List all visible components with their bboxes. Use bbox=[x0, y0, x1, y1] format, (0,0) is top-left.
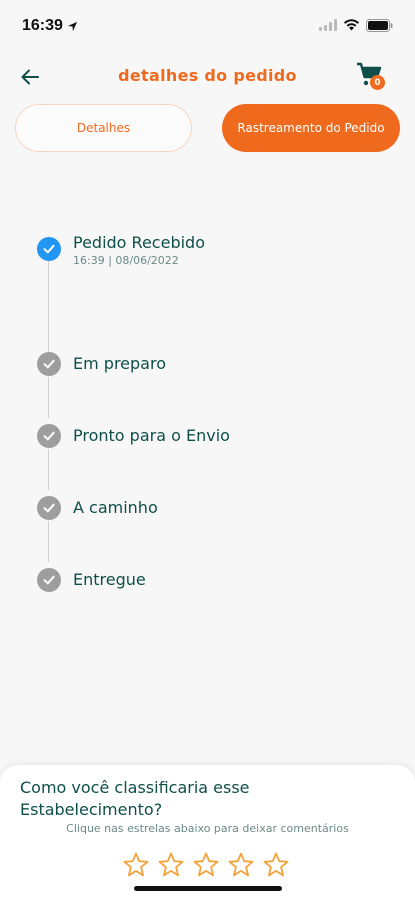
star-icon-4[interactable] bbox=[227, 851, 255, 879]
rating-panel: Como você classificaria esse Estabelecim… bbox=[0, 765, 415, 900]
cart-count-badge: 0 bbox=[370, 75, 385, 90]
step-label: Em preparo bbox=[73, 354, 166, 373]
cart-button[interactable]: 0 bbox=[356, 62, 388, 94]
timeline-connector bbox=[48, 377, 49, 418]
step-label: Pedido Recebido bbox=[73, 233, 205, 252]
rating-question: Como você classificaria esse Estabelecim… bbox=[20, 778, 250, 819]
timeline-step-delivered: Entregue bbox=[37, 568, 146, 592]
timeline-connector bbox=[48, 449, 49, 490]
timeline-step-on-the-way: A caminho bbox=[37, 496, 158, 520]
rating-hint: Clique nas estrelas abaixo para deixar c… bbox=[66, 822, 349, 835]
step-label: A caminho bbox=[73, 498, 158, 517]
tab-details[interactable]: Detalhes bbox=[15, 104, 192, 152]
status-icons bbox=[319, 18, 393, 32]
check-circle-icon bbox=[37, 237, 61, 261]
check-circle-icon bbox=[37, 424, 61, 448]
wifi-icon bbox=[344, 19, 359, 31]
home-indicator bbox=[134, 886, 282, 891]
star-icon-2[interactable] bbox=[157, 851, 185, 879]
timeline-step-ready: Pronto para o Envio bbox=[37, 424, 230, 448]
tab-order-tracking[interactable]: Rastreamento do Pedido bbox=[222, 104, 400, 152]
step-timestamp: 16:39 | 08/06/2022 bbox=[73, 254, 179, 267]
timeline-step-preparing: Em preparo bbox=[37, 352, 166, 376]
tab-bar: Detalhes Rastreamento do Pedido bbox=[0, 104, 415, 154]
clock-text: 16:39 bbox=[22, 17, 63, 34]
check-circle-icon bbox=[37, 352, 61, 376]
status-bar: 16:39 bbox=[0, 0, 415, 50]
star-icon-3[interactable] bbox=[192, 851, 220, 879]
status-time: 16:39 bbox=[22, 17, 78, 35]
timeline-connector bbox=[48, 521, 49, 562]
battery-icon bbox=[366, 18, 393, 32]
location-arrow-icon bbox=[67, 21, 78, 31]
step-label: Entregue bbox=[73, 570, 146, 589]
timeline-connector bbox=[48, 261, 49, 358]
app-header: detalhes do pedido 0 bbox=[0, 52, 415, 102]
check-circle-icon bbox=[37, 568, 61, 592]
timeline-step-received: Pedido Recebido 16:39 | 08/06/2022 bbox=[37, 233, 205, 267]
signal-icon bbox=[319, 19, 337, 31]
page-title: detalhes do pedido bbox=[118, 66, 297, 85]
step-label: Pronto para o Envio bbox=[73, 426, 230, 445]
star-icon-5[interactable] bbox=[262, 851, 290, 879]
check-circle-icon bbox=[37, 496, 61, 520]
star-icon-1[interactable] bbox=[122, 851, 150, 879]
star-rating bbox=[122, 851, 290, 879]
